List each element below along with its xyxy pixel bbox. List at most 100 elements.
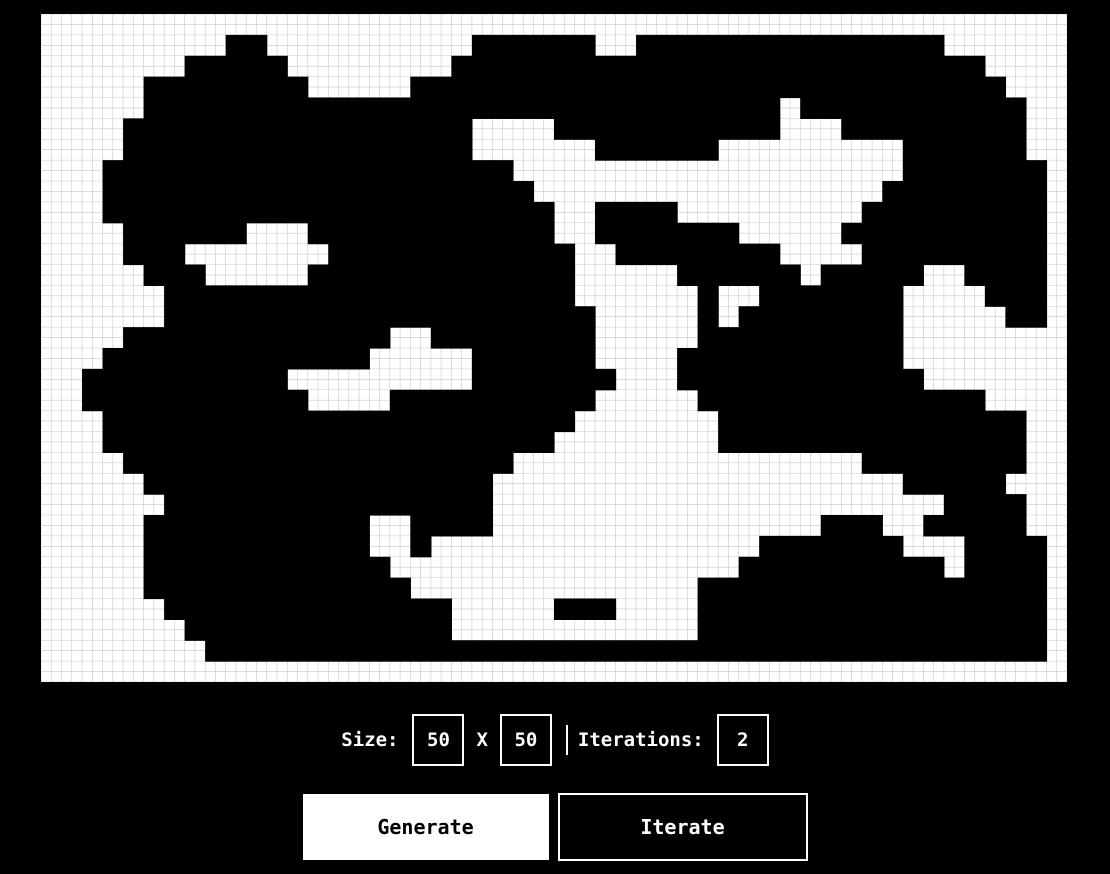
wall-cell xyxy=(943,431,965,453)
wall-cell xyxy=(984,431,1007,453)
wall-cell xyxy=(943,181,965,203)
generate-button[interactable]: Generate xyxy=(302,794,549,860)
wall-cell xyxy=(184,598,206,620)
wall-cell xyxy=(964,473,986,495)
wall-cell xyxy=(205,97,227,119)
wall-cell xyxy=(512,201,535,224)
wall-cell xyxy=(184,139,206,161)
height-input[interactable] xyxy=(499,714,552,766)
wall-cell xyxy=(759,76,781,99)
wall-cell xyxy=(595,55,617,78)
wall-cell xyxy=(512,76,535,99)
wall-cell xyxy=(595,222,617,245)
wall-cell xyxy=(697,348,719,370)
wall-cell xyxy=(266,535,288,558)
wall-cell xyxy=(923,222,945,245)
wall-cell xyxy=(902,160,924,182)
wall-cell xyxy=(225,181,247,203)
wall-cell xyxy=(595,368,617,391)
wall-cell xyxy=(287,139,309,161)
wall-cell xyxy=(1005,181,1027,203)
wall-cell xyxy=(697,285,719,307)
wall-cell xyxy=(184,368,206,391)
wall-cell xyxy=(430,181,452,203)
wall-cell xyxy=(574,327,596,349)
wall-cell xyxy=(923,577,945,600)
wall-cell xyxy=(718,389,740,412)
wall-cell xyxy=(779,327,801,349)
wall-cell xyxy=(820,515,842,537)
wall-cell xyxy=(512,389,535,412)
wall-cell xyxy=(697,389,719,412)
wall-cell xyxy=(451,494,473,516)
wall-cell xyxy=(164,452,186,474)
wall-cell xyxy=(205,139,227,161)
wall-cell xyxy=(512,222,535,245)
wall-cell xyxy=(143,264,165,286)
wall-cell xyxy=(143,76,165,99)
wall-cell xyxy=(841,76,863,99)
wall-cell xyxy=(800,577,822,600)
wall-cell xyxy=(964,118,986,140)
wall-cell xyxy=(595,97,617,119)
wall-cell xyxy=(451,118,473,140)
iterations-input[interactable] xyxy=(716,714,769,766)
wall-cell xyxy=(410,118,432,140)
wall-cell xyxy=(205,201,227,224)
wall-cell xyxy=(451,160,473,182)
wall-cell xyxy=(554,243,576,266)
wall-cell xyxy=(882,348,904,370)
wall-cell xyxy=(123,181,145,203)
wall-cell xyxy=(492,181,514,203)
wall-cell xyxy=(512,243,535,266)
wall-cell xyxy=(369,285,391,307)
wall-cell xyxy=(266,494,288,516)
wall-cell xyxy=(861,577,883,600)
wall-cell xyxy=(902,201,924,224)
wall-cell xyxy=(471,34,494,57)
wall-cell xyxy=(861,55,883,78)
wall-cell xyxy=(430,139,452,161)
iterate-button[interactable]: Iterate xyxy=(557,793,808,861)
wall-cell xyxy=(184,348,206,370)
wall-cell xyxy=(718,222,740,245)
wall-cell xyxy=(164,76,186,99)
wall-cell xyxy=(512,306,535,328)
wall-cell xyxy=(184,389,206,412)
wall-cell xyxy=(533,640,555,662)
wall-cell xyxy=(533,264,555,286)
wall-cell xyxy=(779,34,801,57)
wall-cell xyxy=(410,515,432,537)
wall-cell xyxy=(820,556,842,579)
wall-cell xyxy=(615,243,637,266)
wall-cell xyxy=(964,431,986,453)
iterations-label: Iterations: xyxy=(577,729,704,751)
wall-cell xyxy=(430,431,452,453)
wall-cell xyxy=(800,306,822,328)
wall-cell xyxy=(738,97,760,119)
wall-cell xyxy=(225,76,247,99)
wall-cell xyxy=(923,34,945,57)
wall-cell xyxy=(328,577,350,600)
wall-cell xyxy=(246,619,268,641)
wall-cell xyxy=(451,243,473,266)
wall-cell xyxy=(841,327,863,349)
wall-cell xyxy=(266,97,288,119)
wall-cell xyxy=(1025,556,1048,579)
wall-cell xyxy=(307,160,329,182)
wall-cell xyxy=(841,389,863,412)
wall-cell xyxy=(574,306,596,328)
wall-cell xyxy=(841,348,863,370)
wall-cell xyxy=(369,181,391,203)
wall-cell xyxy=(882,97,904,119)
wall-cell xyxy=(943,222,965,245)
width-input[interactable] xyxy=(412,714,465,766)
wall-cell xyxy=(615,640,637,662)
wall-cell xyxy=(164,285,186,307)
wall-cell xyxy=(492,452,514,474)
wall-cell xyxy=(841,97,863,119)
wall-cell xyxy=(307,181,329,203)
wall-cell xyxy=(882,431,904,453)
wall-cell xyxy=(697,640,719,662)
wall-cell xyxy=(410,201,432,224)
